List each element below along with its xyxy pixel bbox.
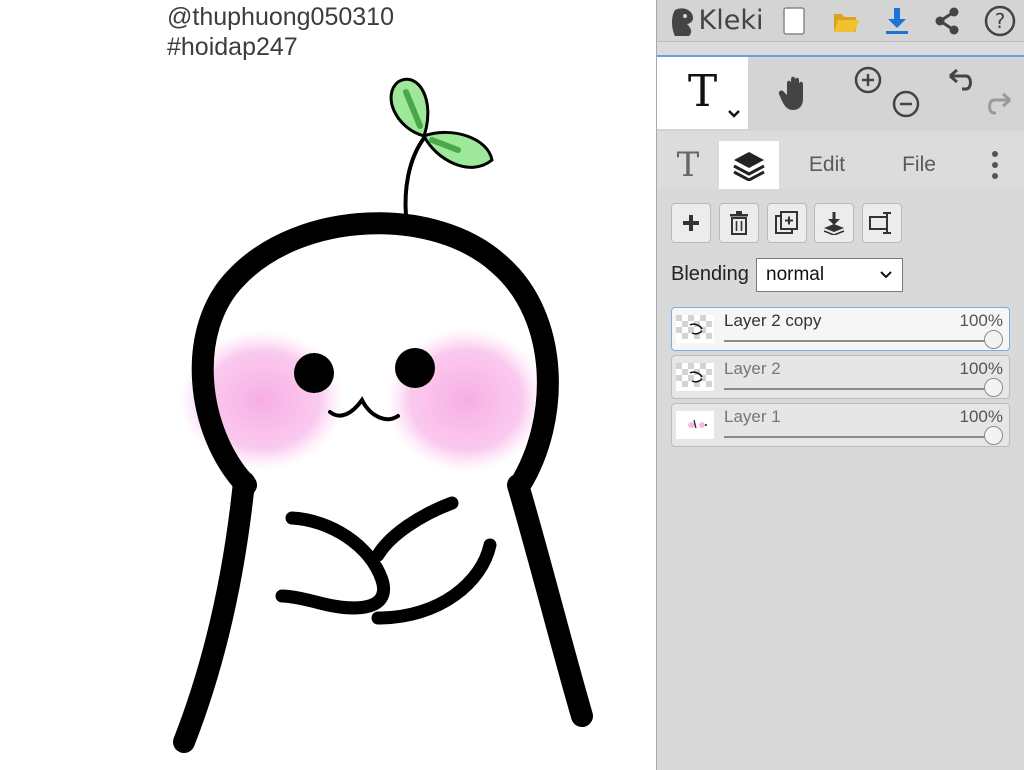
tab-layers[interactable]	[719, 141, 779, 189]
tab-text[interactable]: T	[657, 141, 719, 189]
duplicate-layer-button[interactable]	[767, 203, 807, 243]
layer-name: Layer 2	[724, 359, 781, 378]
top-bar: Kleki ?	[657, 0, 1024, 42]
share-icon	[935, 7, 959, 34]
layer-thumbnail	[676, 411, 714, 439]
left-eye	[294, 353, 334, 393]
text-tool-glyph: T	[687, 65, 718, 117]
svg-text:?: ?	[995, 9, 1006, 33]
opacity-slider-track[interactable]	[724, 436, 1000, 438]
help-button[interactable]: ?	[983, 0, 1017, 41]
help-icon: ?	[984, 5, 1016, 36]
tool-row: T	[657, 55, 1024, 131]
zoom-in-icon[interactable]	[853, 65, 883, 95]
sidebar: Kleki ? T T Edit File Blending normal La…	[656, 0, 1024, 770]
right-eye	[395, 348, 435, 388]
tab-edit[interactable]: Edit	[779, 141, 875, 189]
opacity-slider-handle[interactable]	[984, 426, 1003, 445]
layer-opacity: 100%	[959, 407, 1003, 426]
more-menu-button[interactable]	[975, 141, 1015, 189]
layer-row-layer-2-copy[interactable]: Layer 2 copy 100%	[671, 307, 1010, 351]
add-layer-button[interactable]	[671, 203, 711, 243]
download-button[interactable]	[882, 0, 912, 41]
blending-label: Blending	[671, 263, 749, 285]
arm-upper-right	[371, 496, 459, 562]
tab-file-label: File	[902, 153, 936, 176]
undo-icon[interactable]	[946, 67, 978, 97]
opacity-slider-handle[interactable]	[984, 378, 1003, 397]
download-icon	[886, 7, 908, 34]
drawing-canvas[interactable]: @thuphuong050310 #hoidap247	[0, 0, 656, 770]
hand-tool-button[interactable]	[748, 57, 841, 129]
new-file-icon	[783, 6, 805, 35]
blending-select[interactable]: normal	[756, 258, 903, 292]
opacity-slider-track[interactable]	[724, 340, 1000, 342]
duplicate-icon	[775, 211, 798, 234]
layer-opacity: 100%	[959, 311, 1003, 330]
tab-file[interactable]: File	[875, 141, 963, 189]
history-controls	[934, 57, 1024, 129]
plus-icon	[683, 215, 699, 231]
body-right-line	[507, 474, 593, 727]
arm-upper-left	[275, 511, 390, 615]
rename-layer-button[interactable]	[862, 203, 902, 243]
merge-layer-button[interactable]	[814, 203, 854, 243]
layer-opacity: 100%	[959, 359, 1003, 378]
character-drawing	[173, 78, 593, 753]
more-vertical-icon	[992, 151, 998, 179]
blending-value: normal	[766, 264, 825, 285]
zoom-out-icon[interactable]	[891, 89, 921, 119]
panel-tabs: T Edit File	[657, 141, 1024, 189]
redo-icon[interactable]	[982, 91, 1014, 121]
zoom-controls	[841, 57, 934, 129]
arm-lower-right	[371, 538, 497, 625]
chevron-down-icon	[880, 271, 892, 279]
opacity-slider-track[interactable]	[724, 388, 1000, 390]
body-left-line	[173, 471, 255, 753]
kleki-logo[interactable]: Kleki	[665, 0, 767, 41]
layer-name: Layer 2 copy	[724, 311, 822, 330]
trash-icon	[730, 211, 748, 235]
tab-text-label: T	[676, 145, 700, 185]
layer-row-layer-1[interactable]: Layer 1 100%	[671, 403, 1010, 447]
rename-icon	[869, 212, 891, 234]
sprout-stem	[403, 136, 426, 218]
app-name: Kleki	[698, 5, 764, 36]
chevron-down-icon[interactable]	[727, 109, 741, 119]
new-file-button[interactable]	[779, 0, 809, 41]
folder-icon	[834, 13, 859, 32]
merge-down-icon	[823, 212, 845, 235]
layers-icon	[733, 152, 765, 181]
delete-layer-button[interactable]	[719, 203, 759, 243]
share-button[interactable]	[932, 0, 962, 41]
layers-panel: Blending normal Layer 2 copy 100% Layer …	[657, 189, 1024, 770]
layer-thumbnail	[676, 315, 714, 343]
kleki-bird-icon	[671, 7, 693, 36]
layer-row-layer-2[interactable]: Layer 2 100%	[671, 355, 1010, 399]
text-tool-button[interactable]: T	[657, 57, 748, 129]
layer-name: Layer 1	[724, 407, 781, 426]
layer-thumbnail	[676, 363, 714, 391]
opacity-slider-handle[interactable]	[984, 330, 1003, 349]
tab-edit-label: Edit	[808, 153, 846, 176]
open-file-button[interactable]	[829, 0, 863, 41]
hand-icon	[778, 76, 803, 110]
